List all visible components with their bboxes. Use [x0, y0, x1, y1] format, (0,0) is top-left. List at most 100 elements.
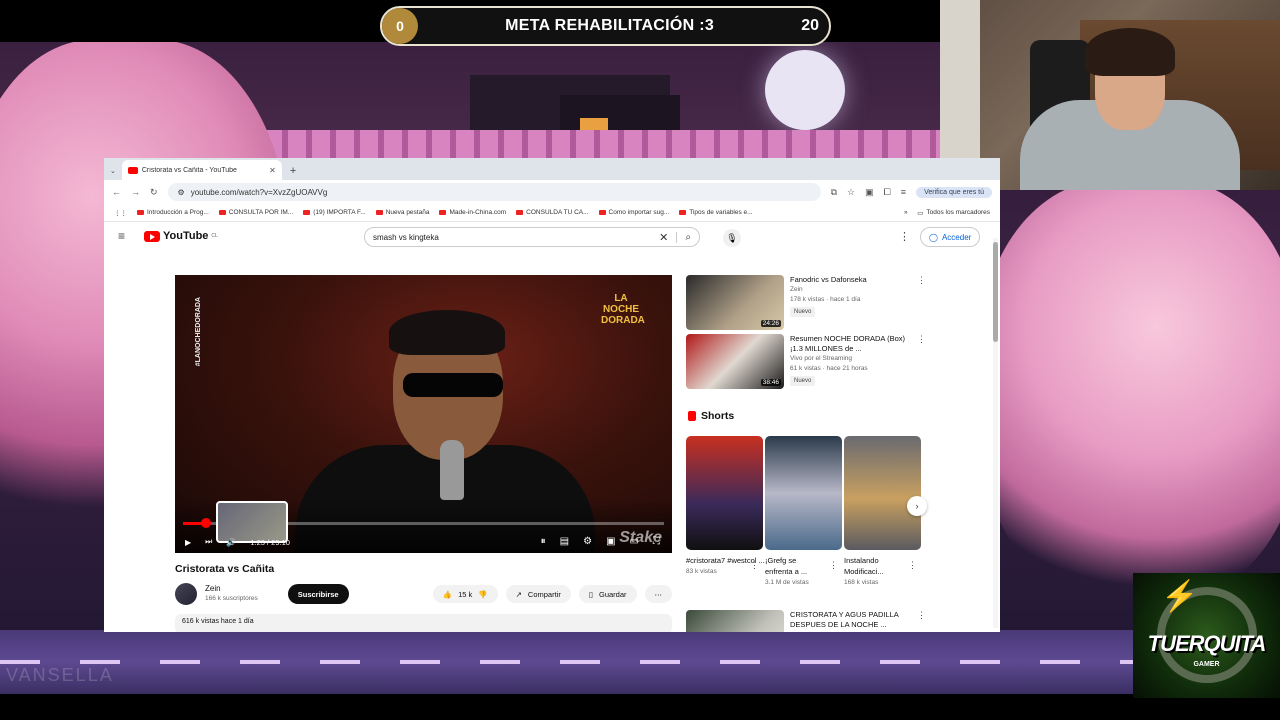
voice-search-icon[interactable]: 🎙	[723, 229, 741, 247]
search-icon[interactable]: ⌕	[676, 231, 691, 243]
extension-icon[interactable]: ▣	[865, 187, 874, 198]
clear-search-icon[interactable]: ✕	[659, 231, 668, 244]
page-scrollbar[interactable]	[993, 238, 998, 628]
close-tab-icon[interactable]: ✕	[269, 166, 276, 175]
bookmark-item[interactable]: Made-in-China.com	[439, 209, 506, 216]
more-options-icon[interactable]: ⋮	[917, 610, 926, 632]
description-box[interactable]: 616 k vistas hace 1 día	[175, 614, 672, 632]
share-button[interactable]: ↗ Compartir	[505, 585, 571, 603]
save-button[interactable]: ▯ Guardar	[578, 585, 637, 603]
short-thumbnail[interactable]	[844, 436, 921, 550]
more-options-icon[interactable]: ⋮	[750, 560, 759, 571]
bookmark-favicon-icon	[137, 210, 144, 215]
thumbs-down-icon[interactable]: 👎	[478, 590, 487, 599]
url-text: youtube.com/watch?v=XvzZgUOAVVg	[190, 187, 328, 197]
bookmark-item[interactable]: CONSULTA POR IM...	[218, 209, 293, 216]
chevron-right-icon: »	[904, 209, 908, 216]
bookmark-item[interactable]: Nueva pestaña	[375, 209, 429, 216]
scrollbar-thumb[interactable]	[993, 242, 998, 342]
youtube-logo[interactable]: YouTube CL	[144, 230, 218, 242]
video-title-link[interactable]: Resumen NOCHE DORADA (Box) ¡1.3 MILLONES…	[790, 334, 911, 354]
autoplay-toggle-icon[interactable]: ⏸	[541, 536, 546, 547]
bookmark-item[interactable]: Introducción a Prog...	[137, 209, 209, 216]
video-thumbnail[interactable]: 38:46	[686, 334, 784, 389]
channel-name: Vivo por el Streaming	[790, 355, 853, 362]
search-input[interactable]: smash vs kingteka	[373, 233, 439, 242]
short-caption[interactable]: ¡Grefg se enfrenta a ... 3.1 M de vistas	[765, 555, 821, 588]
miniplayer-icon[interactable]: ▣	[606, 536, 615, 547]
address-bar[interactable]: ⚙ youtube.com/watch?v=XvzZgUOAVVg	[167, 183, 821, 201]
apps-grid-icon[interactable]: ⋮⋮	[114, 209, 127, 217]
short-caption[interactable]: Instalando Modificaci... 168 k vistas	[844, 555, 904, 588]
video-duration: 38:46	[760, 379, 781, 386]
channel-info: Zein 166 k suscriptores	[205, 584, 258, 604]
youtube-favicon-icon	[127, 166, 138, 174]
bookmark-star-icon[interactable]: ☆	[847, 187, 855, 198]
bookmark-item[interactable]: Como importar sug...	[598, 209, 669, 216]
tab-title: Cristorata vs Cañita - YouTube	[141, 166, 237, 174]
tab-strip: ⌄ Cristorata vs Cañita - YouTube ✕ +	[104, 158, 1000, 180]
video-info: Resumen NOCHE DORADA (Box) ¡1.3 MILLONES…	[790, 334, 911, 389]
new-tab-icon[interactable]: +	[290, 165, 296, 177]
volume-icon[interactable]: 🔊	[226, 538, 236, 547]
more-options-icon[interactable]: ⋮	[908, 560, 917, 571]
puzzle-icon[interactable]: ⧠	[884, 187, 891, 198]
new-badge: Nuevo	[790, 307, 816, 317]
video-title: Cristorata vs Cañita	[175, 563, 275, 575]
video-hashtag: #LANOCHEDORADA	[195, 297, 202, 367]
video-title-link[interactable]: CRISTORATA Y AGUS PADILLA DESPUES DE LA …	[790, 610, 911, 630]
goal-bar: 0 META REHABILITACIÓN :3 20	[380, 6, 831, 46]
recommended-video[interactable]: CRISTORATA Y AGUS PADILLA DESPUES DE LA …	[686, 610, 926, 632]
youtube-play-logo-icon	[144, 230, 160, 242]
subtitles-icon[interactable]: ▤	[560, 536, 569, 547]
streamer-logo: ⚡ TUERQUITA GAMER	[1133, 573, 1280, 698]
bookmark-item[interactable]: Tipos de variables e...	[679, 209, 753, 216]
recommended-video[interactable]: 38:46 Resumen NOCHE DORADA (Box) ¡1.3 MI…	[686, 334, 926, 389]
more-actions-icon[interactable]: ⋯	[644, 585, 672, 603]
short-thumbnail[interactable]	[765, 436, 842, 550]
tab-youtube[interactable]: Cristorata vs Cañita - YouTube ✕	[121, 160, 282, 180]
video-duration: 24:26	[760, 320, 781, 327]
video-thumbnail[interactable]	[686, 610, 784, 632]
short-thumbnail[interactable]	[686, 436, 763, 550]
forward-icon[interactable]: →	[131, 187, 140, 197]
subscribe-button[interactable]: Suscribirse	[287, 584, 349, 604]
more-options-icon[interactable]: ⋮	[917, 334, 926, 389]
reload-icon[interactable]: ↻	[150, 187, 158, 198]
sponsor-watermark: Stake	[619, 529, 662, 546]
chevron-right-icon[interactable]: ›	[907, 496, 927, 516]
settings-kebab-icon[interactable]: ⋮	[899, 230, 910, 243]
address-row: ← → ↻ ⚙ youtube.com/watch?v=XvzZgUOAVVg …	[104, 180, 1000, 204]
all-bookmarks[interactable]: » ▭ Todos los marcadores	[904, 209, 990, 217]
tab-search-icon[interactable]: ⌄	[110, 167, 116, 175]
moon-icon	[765, 50, 845, 130]
sign-in-button[interactable]: ◯ Acceder	[920, 227, 981, 247]
site-info-icon[interactable]: ⚙	[178, 188, 185, 197]
folder-icon: ▭	[917, 209, 924, 217]
recommended-video[interactable]: 24:26 Fanodric vs Dafonseka Zein 178 k v…	[686, 275, 926, 330]
menu-icon[interactable]: ≡	[118, 229, 136, 243]
brand-sub: GAMER	[1193, 661, 1220, 668]
like-dislike-button[interactable]: 👍 15 k 👎	[432, 585, 498, 603]
bookmark-item[interactable]: CONSULDA TU CA...	[516, 209, 589, 216]
channel-row: Zein 166 k suscriptores Suscribirse 👍 15…	[175, 582, 672, 606]
channel-avatar[interactable]	[175, 583, 197, 605]
media-icon[interactable]: ≡	[901, 187, 906, 197]
play-icon[interactable]: ▶	[185, 538, 191, 547]
settings-gear-icon[interactable]: ⚙	[583, 536, 592, 547]
channel-name[interactable]: Zein	[205, 584, 258, 594]
search-box[interactable]: smash vs kingteka ✕ ⌕	[364, 227, 700, 247]
video-thumbnail[interactable]: 24:26	[686, 275, 784, 330]
more-options-icon[interactable]: ⋮	[917, 275, 926, 330]
thumbs-up-icon[interactable]: 👍	[443, 590, 452, 599]
verify-profile-button[interactable]: Verifica que eres tú	[916, 186, 992, 198]
video-player[interactable]: #LANOCHEDORADA LA NOCHE DORADA ▶ ⏭ 🔊 1:2…	[175, 275, 672, 553]
install-icon[interactable]: ⧉	[831, 187, 837, 198]
bookmark-item[interactable]: (19) IMPORTA F...	[303, 209, 366, 216]
next-icon[interactable]: ⏭	[205, 537, 212, 547]
channel-name: Zein	[790, 286, 803, 293]
back-icon[interactable]: ←	[112, 187, 121, 197]
more-options-icon[interactable]: ⋮	[829, 560, 838, 571]
video-title-link[interactable]: Fanodric vs Dafonseka	[790, 275, 911, 285]
youtube-header: ≡ YouTube CL smash vs kingteka ✕ ⌕ 🎙 ⋮ ◯…	[104, 222, 1000, 250]
